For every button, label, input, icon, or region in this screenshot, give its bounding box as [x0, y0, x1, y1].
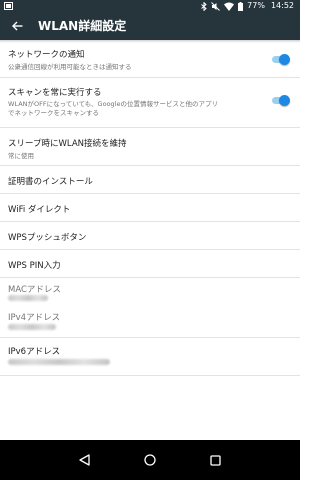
battery-icon [238, 1, 244, 11]
setting-title: WiFi ダイレクト [8, 205, 71, 215]
status-bar: 77% 14:52 [0, 0, 300, 12]
app-bar-shadow [0, 40, 300, 43]
nav-back-button[interactable] [75, 451, 93, 469]
setting-network-notification[interactable]: ネットワークの通知 公衆通信回線が利用可能なときは通知する [0, 40, 300, 78]
setting-summary: でネットワークをスキャンする [8, 109, 99, 117]
setting-install-certs[interactable]: 証明書のインストール [0, 166, 300, 194]
setting-title: 証明書のインストール [8, 177, 93, 187]
setting-wifi-direct[interactable]: WiFi ダイレクト [0, 194, 300, 222]
ipv6-address-value-redacted [8, 359, 110, 365]
recents-square-icon [209, 454, 221, 466]
setting-wps-push[interactable]: WPSプッシュボタン [0, 222, 300, 250]
info-title: IPv4アドレス [8, 313, 61, 323]
info-mac-address: MACアドレス [0, 278, 300, 302]
info-ipv4-address: IPv4アドレス [0, 302, 300, 338]
back-triangle-icon [78, 454, 90, 466]
setting-title: WPS PIN入力 [8, 261, 61, 271]
setting-title: スリープ時にWLAN接続を維持 [8, 139, 127, 149]
setting-summary: 常に使用 [8, 152, 34, 160]
setting-keep-wifi-sleep[interactable]: スリープ時にWLAN接続を維持 常に使用 [0, 128, 300, 166]
back-button[interactable] [6, 15, 28, 37]
mute-icon [211, 1, 221, 11]
battery-percent: 77% [247, 1, 265, 10]
page-title: WLAN詳細設定 [38, 19, 127, 33]
nav-home-button[interactable] [141, 451, 159, 469]
bluetooth-icon [201, 1, 207, 11]
always-scan-toggle[interactable] [270, 95, 290, 106]
setting-summary: 公衆通信回線が利用可能なときは通知する [8, 63, 132, 71]
nav-recents-button[interactable] [206, 451, 224, 469]
mac-address-value-redacted [8, 295, 48, 301]
arrow-back-icon [11, 21, 22, 31]
wifi-icon [224, 2, 235, 11]
setting-wps-pin[interactable]: WPS PIN入力 [0, 250, 300, 278]
network-notification-toggle[interactable] [270, 54, 290, 65]
info-title: MACアドレス [8, 285, 61, 295]
home-circle-icon [144, 454, 156, 466]
app-bar: WLAN詳細設定 [0, 12, 300, 40]
screenshot-icon [4, 2, 13, 10]
info-ipv6-address: IPv6アドレス [0, 338, 300, 376]
info-title: IPv6アドレス [8, 347, 61, 357]
setting-always-scan[interactable]: スキャンを常に実行する WLANがOFFになっていても、Googleの位置情報サ… [0, 78, 300, 128]
navigation-bar [0, 440, 300, 480]
ipv4-address-value-redacted [8, 324, 56, 330]
clock: 14:52 [270, 1, 294, 10]
setting-title: スキャンを常に実行する [8, 88, 102, 98]
setting-title: WPSプッシュボタン [8, 233, 87, 243]
setting-title: ネットワークの通知 [8, 50, 85, 60]
